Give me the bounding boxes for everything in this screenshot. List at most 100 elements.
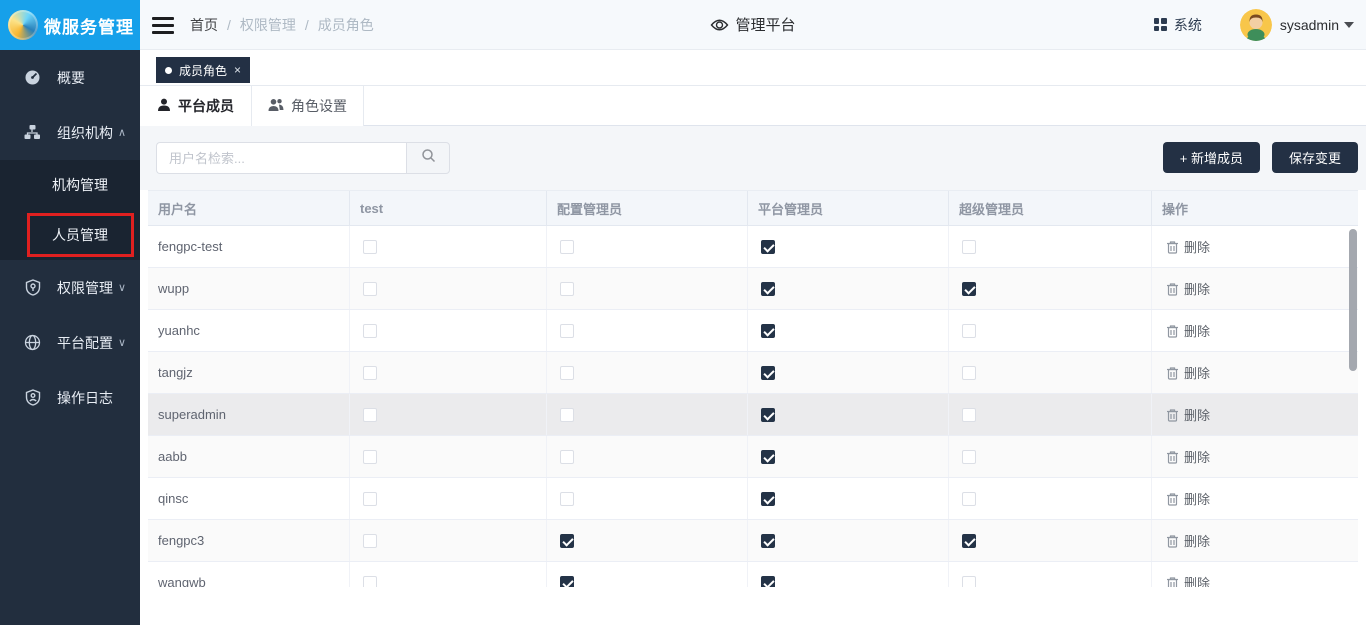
sidebar-item-institution-management[interactable]: 机构管理 [0,160,140,210]
sidebar-item-organization[interactable]: 组织机构 ∧ [0,105,140,160]
tag-member-role[interactable]: 成员角色 × [156,57,250,83]
sidebar-item-operation-log[interactable]: 操作日志 [0,370,140,425]
user-icon [157,98,171,115]
checkbox-test[interactable] [363,576,377,588]
sidebar-item-label: 组织机构 [57,123,113,143]
checkbox-super-admin[interactable] [962,282,976,296]
system-label: 系统 [1174,15,1202,35]
save-changes-button[interactable]: 保存变更 [1272,142,1358,173]
add-member-button[interactable]: + 新增成员 [1163,142,1260,173]
checkbox-super-admin[interactable] [962,366,976,380]
breadcrumb-home[interactable]: 首页 [190,15,218,35]
username-cell: yuanhc [148,310,350,351]
delete-label: 删除 [1184,489,1210,508]
delete-button[interactable]: 删除 [1166,447,1210,466]
hamburger-menu-icon[interactable] [152,14,174,36]
checkbox-platform-admin[interactable] [761,282,775,296]
vertical-scrollbar[interactable] [1349,229,1357,371]
delete-button[interactable]: 删除 [1166,573,1210,587]
trash-icon [1166,408,1179,422]
checkbox-config-admin[interactable] [560,240,574,254]
breadcrumb-member-role: 成员角色 [318,15,374,35]
table-row: superadmin 删除 [148,394,1358,436]
username-cell: qinsc [148,478,350,519]
checkbox-platform-admin[interactable] [761,366,775,380]
checkbox-super-admin[interactable] [962,408,976,422]
delete-button[interactable]: 删除 [1166,237,1210,256]
checkbox-super-admin[interactable] [962,576,976,588]
checkbox-config-admin[interactable] [560,492,574,506]
checkbox-test[interactable] [363,282,377,296]
delete-button[interactable]: 删除 [1166,321,1210,340]
checkbox-test[interactable] [363,408,377,422]
checkbox-platform-admin[interactable] [761,408,775,422]
app-title: 微服务管理 [44,13,134,38]
column-header-actions: 操作 [1152,191,1358,225]
checkbox-config-admin[interactable] [560,450,574,464]
close-icon[interactable]: × [234,64,241,76]
avatar[interactable] [1240,9,1272,41]
checkbox-config-admin[interactable] [560,408,574,422]
globe-icon [24,334,41,351]
main-content: 成员角色 × 平台成员 角色设置 [140,50,1366,625]
table-row: tangjz 删除 [148,352,1358,394]
logo-swirl-icon [8,10,38,40]
checkbox-test[interactable] [363,534,377,548]
search-button[interactable] [406,142,450,174]
breadcrumb-separator: / [227,17,231,33]
checkbox-config-admin[interactable] [560,366,574,380]
checkbox-platform-admin[interactable] [761,492,775,506]
sidebar-item-platform-config[interactable]: 平台配置 ∨ [0,315,140,370]
checkbox-config-admin[interactable] [560,282,574,296]
checkbox-platform-admin[interactable] [761,576,775,588]
username-cell: aabb [148,436,350,477]
header-bar: 首页 / 权限管理 / 成员角色 管理平台 系统 [140,0,1366,49]
sidebar-item-overview[interactable]: 概要 [0,50,140,105]
delete-label: 删除 [1184,447,1210,466]
tab-platform-members[interactable]: 平台成员 [140,86,252,127]
checkbox-test[interactable] [363,450,377,464]
username-cell: tangjz [148,352,350,393]
checkbox-super-admin[interactable] [962,240,976,254]
chevron-down-icon: ∨ [118,281,126,294]
table-row: yuanhc 删除 [148,310,1358,352]
checkbox-super-admin[interactable] [962,492,976,506]
eye-icon [710,18,728,32]
checkbox-test[interactable] [363,492,377,506]
username-cell: superadmin [148,394,350,435]
checkbox-test[interactable] [363,366,377,380]
checkbox-super-admin[interactable] [962,324,976,338]
checkbox-platform-admin[interactable] [761,450,775,464]
checkbox-super-admin[interactable] [962,534,976,548]
sidebar-item-permission[interactable]: 权限管理 ∨ [0,260,140,315]
tab-role-settings[interactable]: 角色设置 [252,86,364,126]
delete-button[interactable]: 删除 [1166,405,1210,424]
search-input[interactable] [156,142,406,174]
delete-button[interactable]: 删除 [1166,489,1210,508]
active-dot-icon [165,67,172,74]
user-menu[interactable]: sysadmin [1280,17,1354,33]
app-logo[interactable]: 微服务管理 [0,0,140,50]
checkbox-config-admin[interactable] [560,534,574,548]
username-cell: fengpc-test [148,226,350,267]
tab-bar: 平台成员 角色设置 [140,85,1366,126]
delete-button[interactable]: 删除 [1166,279,1210,298]
users-icon [268,98,284,115]
checkbox-platform-admin[interactable] [761,324,775,338]
checkbox-super-admin[interactable] [962,450,976,464]
delete-button[interactable]: 删除 [1166,363,1210,382]
checkbox-platform-admin[interactable] [761,240,775,254]
checkbox-config-admin[interactable] [560,324,574,338]
tab-label: 平台成员 [178,96,234,116]
sidebar-item-label: 权限管理 [57,278,113,298]
breadcrumb-permission[interactable]: 权限管理 [240,15,296,35]
checkbox-config-admin[interactable] [560,576,574,588]
sidebar-item-personnel-management[interactable]: 人员管理 [0,210,140,260]
system-menu[interactable]: 系统 [1154,15,1202,35]
checkbox-test[interactable] [363,240,377,254]
checkbox-test[interactable] [363,324,377,338]
checkbox-platform-admin[interactable] [761,534,775,548]
delete-button[interactable]: 删除 [1166,531,1210,550]
table-row: fengpc-test 删除 [148,226,1358,268]
table-row: wupp 删除 [148,268,1358,310]
